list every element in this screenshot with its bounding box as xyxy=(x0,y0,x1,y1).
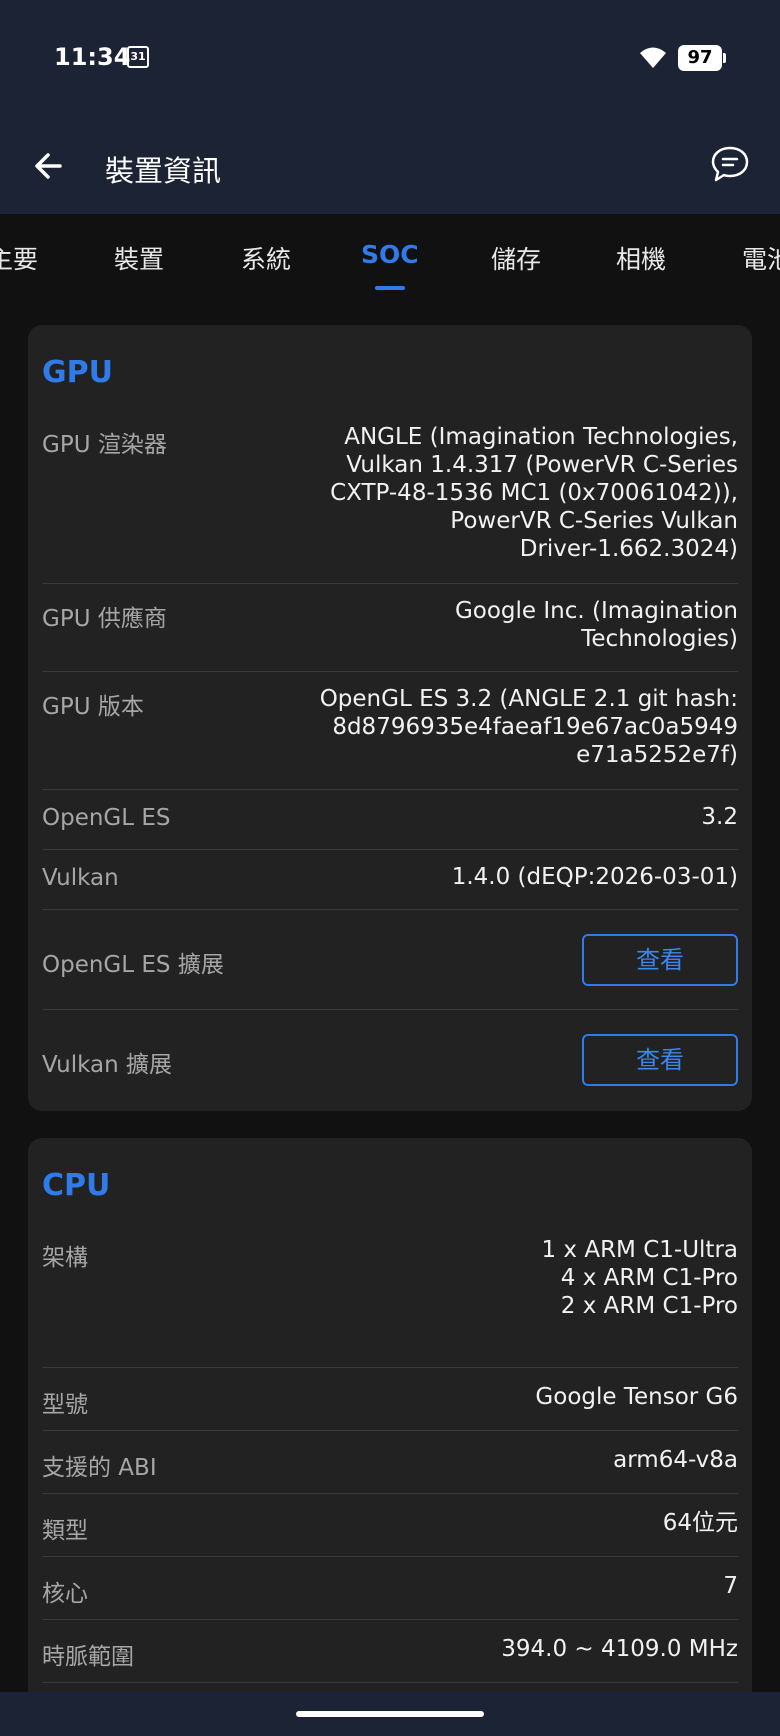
tab-camera[interactable]: 相機 xyxy=(616,240,666,276)
opengl-extensions-label: OpenGL ES 擴展 xyxy=(42,952,224,978)
cpu-arch-row: 架構 1 x ARM C1-Ultra 4 x ARM C1-Pro 2 x A… xyxy=(42,1236,738,1366)
gpu-renderer-value: ANGLE (Imagination Technologies, Vulkan … xyxy=(330,423,738,563)
cpu-model-row: 型號 Google Tensor G6 xyxy=(42,1367,738,1430)
cpu-abi-value: arm64-v8a xyxy=(613,1447,738,1473)
status-time: 11:34 xyxy=(54,43,131,71)
cpu-section-title: CPU xyxy=(42,1168,111,1203)
cpu-card: CPU 架構 1 x ARM C1-Ultra 4 x ARM C1-Pro 2… xyxy=(28,1138,752,1736)
vulkan-row: Vulkan 1.4.0 (dEQP:2026-03-01) xyxy=(42,849,738,909)
vulkan-extensions-row: Vulkan 擴展 查看 xyxy=(42,1009,738,1109)
cpu-arch-line: 4 x ARM C1-Pro xyxy=(560,1265,738,1291)
opengl-es-row: OpenGL ES 3.2 xyxy=(42,789,738,849)
tab-soc[interactable]: SOC xyxy=(361,240,419,269)
tab-storage[interactable]: 儲存 xyxy=(491,240,541,276)
tab-system[interactable]: 系統 xyxy=(241,240,291,276)
cpu-clock-value: 394.0 ~ 4109.0 MHz xyxy=(501,1636,738,1662)
tab-main[interactable]: 主要 xyxy=(0,240,38,276)
cpu-clock-row: 時脈範圍 394.0 ~ 4109.0 MHz xyxy=(42,1619,738,1682)
battery-icon: 97 xyxy=(678,45,722,71)
gpu-version-line: 8d8796935e4faeaf19e67ac0a5949 xyxy=(332,714,738,740)
tab-device[interactable]: 裝置 xyxy=(114,240,164,276)
gpu-renderer-line: ANGLE (Imagination Technologies, xyxy=(344,424,738,450)
app-bar: 裝置資訊 xyxy=(0,118,780,214)
vulkan-label: Vulkan xyxy=(42,865,119,891)
cpu-cores-value: 7 xyxy=(723,1573,738,1599)
gpu-version-row: GPU 版本 OpenGL ES 3.2 (ANGLE 2.1 git hash… xyxy=(42,671,738,789)
vulkan-extensions-label: Vulkan 擴展 xyxy=(42,1052,173,1078)
vulkan-value: 1.4.0 (dEQP:2026-03-01) xyxy=(451,864,738,890)
cpu-arch-line: 2 x ARM C1-Pro xyxy=(560,1293,738,1319)
cpu-arch-line: 1 x ARM C1-Ultra xyxy=(541,1237,738,1263)
gpu-version-label: GPU 版本 xyxy=(42,694,144,720)
home-handle[interactable] xyxy=(296,1711,484,1717)
gpu-version-value: OpenGL ES 3.2 (ANGLE 2.1 git hash: 8d879… xyxy=(320,685,738,769)
opengl-extensions-view-button[interactable]: 查看 xyxy=(582,934,738,986)
gpu-renderer-line: CXTP-48-1536 MC1 (0x70061042)), xyxy=(330,480,738,506)
cpu-cores-label: 核心 xyxy=(42,1581,88,1607)
gpu-vendor-row: GPU 供應商 Google Inc. (Imagination Technol… xyxy=(42,583,738,671)
status-bar: 11:34 31 97 xyxy=(0,0,780,118)
feedback-icon[interactable] xyxy=(708,142,752,186)
cpu-cores-row: 核心 7 xyxy=(42,1556,738,1619)
gpu-vendor-label: GPU 供應商 xyxy=(42,606,167,632)
gpu-version-line: OpenGL ES 3.2 (ANGLE 2.1 git hash: xyxy=(319,686,738,712)
cpu-arch-value: 1 x ARM C1-Ultra 4 x ARM C1-Pro 2 x ARM … xyxy=(541,1236,738,1320)
cpu-type-label: 類型 xyxy=(42,1518,88,1544)
page-title: 裝置資訊 xyxy=(105,154,222,188)
cpu-abi-row: 支援的 ABI arm64-v8a xyxy=(42,1430,738,1493)
opengl-es-label: OpenGL ES xyxy=(42,805,171,831)
vulkan-extensions-view-button[interactable]: 查看 xyxy=(582,1034,738,1086)
active-tab-indicator xyxy=(375,286,405,290)
gpu-vendor-value: Google Inc. (Imagination Technologies) xyxy=(455,597,738,653)
gpu-vendor-line: Google Inc. (Imagination xyxy=(454,598,738,624)
cpu-arch-label: 架構 xyxy=(42,1245,88,1271)
calendar-icon: 31 xyxy=(127,46,149,68)
gpu-renderer-line: Vulkan 1.4.317 (PowerVR C-Series xyxy=(346,452,738,478)
gpu-renderer-label: GPU 渲染器 xyxy=(42,432,167,458)
gpu-renderer-row: GPU 渲染器 ANGLE (Imagination Technologies,… xyxy=(42,423,738,583)
cpu-model-value: Google Tensor G6 xyxy=(535,1384,738,1410)
opengl-es-value: 3.2 xyxy=(701,804,738,830)
cpu-type-value: 64位元 xyxy=(662,1510,738,1536)
opengl-extensions-row: OpenGL ES 擴展 查看 xyxy=(42,909,738,1009)
gpu-vendor-line: Technologies) xyxy=(581,626,738,652)
back-arrow-icon[interactable] xyxy=(30,146,70,186)
gpu-renderer-line: Driver-1.662.3024) xyxy=(519,536,738,562)
cpu-abi-label: 支援的 ABI xyxy=(42,1455,157,1481)
cpu-model-label: 型號 xyxy=(42,1392,88,1418)
cpu-type-row: 類型 64位元 xyxy=(42,1493,738,1556)
tab-battery[interactable]: 電池 xyxy=(742,240,780,276)
battery-tip xyxy=(723,53,726,63)
wifi-icon xyxy=(640,47,666,68)
gpu-section-title: GPU xyxy=(42,355,113,390)
tab-bar: 主要 裝置 系統 SOC 儲存 相機 電池 xyxy=(0,214,780,296)
cpu-clock-label: 時脈範圍 xyxy=(42,1644,134,1670)
gpu-renderer-line: PowerVR C-Series Vulkan xyxy=(450,508,738,534)
gpu-card: GPU GPU 渲染器 ANGLE (Imagination Technolog… xyxy=(28,325,752,1111)
gpu-version-line: e71a5252e7f) xyxy=(576,742,738,768)
